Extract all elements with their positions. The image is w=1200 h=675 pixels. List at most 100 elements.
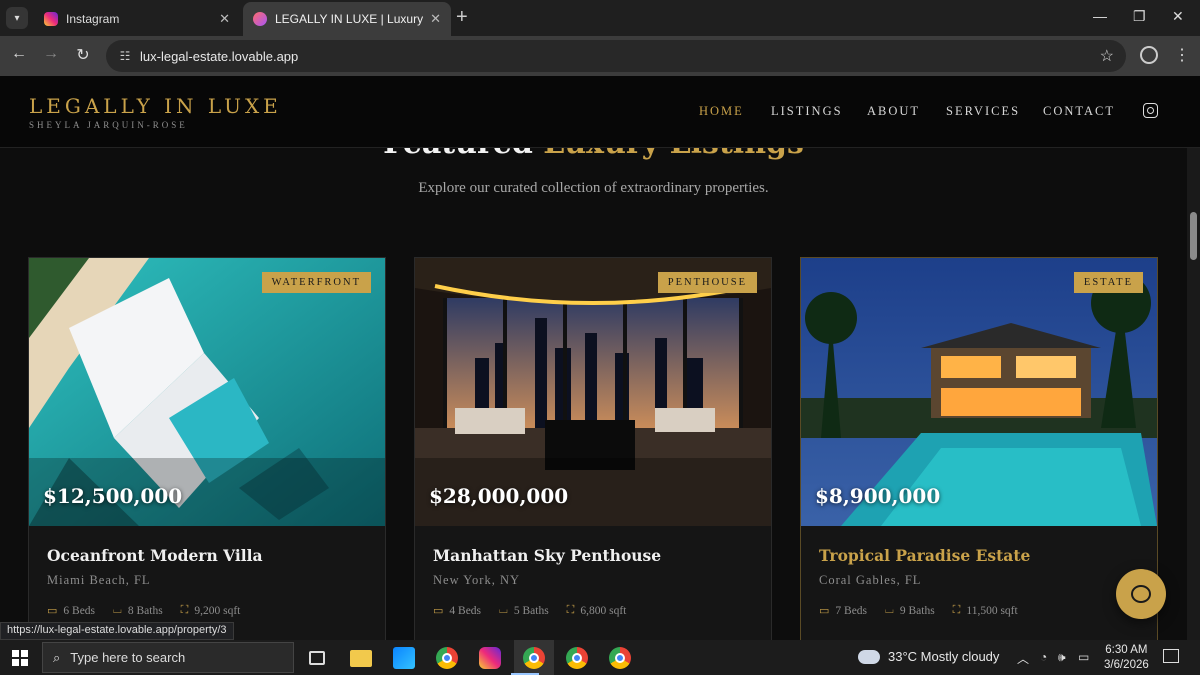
- baths-text: 8 Baths: [127, 604, 163, 617]
- browser-tab-strip: ▾ Instagram ✕ LEGALLY IN LUXE | Luxury R…: [0, 0, 1200, 36]
- baths-text: 5 Baths: [513, 604, 549, 617]
- network-icon[interactable]: ◔: [1040, 650, 1047, 664]
- listing-card[interactable]: WATERFRONT $12,500,000 Oceanfront Modern…: [28, 257, 386, 640]
- bed-icon: ▭: [819, 605, 830, 617]
- chrome-profile-icon[interactable]: [566, 647, 588, 669]
- listing-name[interactable]: Manhattan Sky Penthouse: [433, 546, 661, 565]
- status-bar-url: https://lux-legal-estate.lovable.app/pro…: [0, 622, 234, 640]
- baths-spec: ⌴ 8 Baths: [113, 604, 163, 617]
- profile-icon[interactable]: [1140, 46, 1158, 64]
- bookmark-star-icon[interactable]: ☆: [1100, 46, 1114, 66]
- listing-photo[interactable]: WATERFRONT $12,500,000: [29, 258, 385, 526]
- tab-search-button[interactable]: ▾: [6, 7, 28, 29]
- weather-text: 33°C Mostly cloudy: [888, 649, 1000, 664]
- chrome-icon[interactable]: [436, 647, 458, 669]
- instagram-icon[interactable]: [1143, 103, 1158, 118]
- search-icon: ⌕: [53, 649, 61, 665]
- weather-widget[interactable]: 33°C Mostly cloudy: [858, 649, 999, 664]
- nav-contact[interactable]: CONTACT: [1043, 104, 1115, 119]
- reload-icon[interactable]: ↻: [72, 45, 94, 65]
- site-info-icon[interactable]: ☷: [114, 49, 136, 63]
- file-explorer-icon[interactable]: [350, 650, 372, 667]
- system-clock[interactable]: 6:30 AM 3/6/2026: [1104, 643, 1149, 673]
- chat-button[interactable]: [1116, 569, 1166, 619]
- windows-taskbar: ⌕ Type here to search 33°C Mostly cloudy…: [0, 640, 1200, 675]
- chrome-profile-icon[interactable]: [523, 647, 545, 669]
- back-arrow-icon[interactable]: ←: [8, 45, 30, 63]
- bath-icon: ⌴: [499, 604, 508, 616]
- chat-bubble-icon: [1131, 585, 1151, 603]
- section-subtitle: Explore our curated collection of extrao…: [418, 180, 769, 196]
- listing-card[interactable]: ESTATE $8,900,000 Tropical Paradise Esta…: [800, 257, 1158, 640]
- tab-title: LEGALLY IN LUXE | Luxury Real I: [275, 12, 424, 26]
- area-icon: ⛶: [566, 604, 575, 616]
- beds-text: 7 Beds: [835, 604, 868, 617]
- tray-chevron-icon[interactable]: ︿: [1017, 650, 1029, 667]
- site-header: LEGALLY IN LUXE SHEYLA JARQUIN-ROSE HOME…: [0, 76, 1200, 148]
- listing-card[interactable]: PENTHOUSE $28,000,000 Manhattan Sky Pent…: [414, 257, 772, 640]
- clock-date: 3/6/2026: [1104, 659, 1149, 671]
- windows-start-icon[interactable]: [12, 650, 28, 666]
- close-tab-icon[interactable]: ✕: [430, 11, 441, 27]
- tab-legally-in-luxe[interactable]: LEGALLY IN LUXE | Luxury Real I ✕: [243, 2, 451, 36]
- sqft-spec: ⛶ 9,200 sqft: [181, 604, 241, 617]
- brand-logo[interactable]: LEGALLY IN LUXE SHEYLA JARQUIN-ROSE: [29, 94, 282, 130]
- bed-icon: ▭: [47, 605, 58, 617]
- close-window-icon[interactable]: ✕: [1172, 8, 1184, 25]
- nav-home[interactable]: HOME: [699, 104, 744, 119]
- taskbar-search[interactable]: ⌕ Type here to search: [42, 642, 294, 673]
- listing-location: Coral Gables, FL: [819, 573, 922, 587]
- taskbar-search-placeholder: Type here to search: [70, 650, 186, 665]
- minimize-icon[interactable]: —: [1093, 8, 1107, 24]
- sqft-text: 9,200 sqft: [194, 604, 241, 617]
- listing-location: Miami Beach, FL: [47, 573, 151, 587]
- beds-text: 4 Beds: [449, 604, 482, 617]
- listing-name[interactable]: Tropical Paradise Estate: [819, 546, 1030, 565]
- browser-menu-icon[interactable]: ⋮: [1174, 45, 1190, 65]
- bath-icon: ⌴: [113, 604, 122, 616]
- cloud-icon: [858, 649, 880, 664]
- listing-name[interactable]: Oceanfront Modern Villa: [47, 546, 263, 565]
- listing-specs: ▭ 6 Beds ⌴ 8 Baths ⛶ 9,200 sqft: [47, 604, 240, 617]
- tab-title: Instagram: [66, 12, 120, 26]
- restore-icon[interactable]: ❐: [1133, 8, 1146, 25]
- chrome-profile-icon[interactable]: [609, 647, 631, 669]
- section-title: Featured Luxury Listings: [0, 148, 1187, 161]
- beds-spec: ▭ 7 Beds: [819, 604, 868, 618]
- brand-title: LEGALLY IN LUXE: [29, 94, 282, 118]
- listing-badge: WATERFRONT: [261, 272, 371, 293]
- listing-photo[interactable]: PENTHOUSE $28,000,000: [415, 258, 771, 526]
- listing-photo[interactable]: ESTATE $8,900,000: [801, 258, 1157, 526]
- notification-icon[interactable]: [1163, 649, 1179, 663]
- close-tab-icon[interactable]: ✕: [219, 11, 230, 27]
- baths-spec: ⌴ 5 Baths: [499, 604, 549, 617]
- address-bar[interactable]: ☷ lux-legal-estate.lovable.app ☆: [106, 40, 1126, 72]
- microsoft-store-icon[interactable]: [393, 647, 415, 669]
- sqft-text: 11,500 sqft: [966, 604, 1018, 617]
- baths-spec: ⌴ 9 Baths: [885, 604, 935, 617]
- beds-spec: ▭ 4 Beds: [433, 604, 482, 618]
- clock-time: 6:30 AM: [1105, 644, 1148, 656]
- featured-listings-section: Featured Luxury Listings Explore our cur…: [0, 148, 1187, 640]
- nav-about[interactable]: ABOUT: [867, 104, 920, 119]
- tab-instagram[interactable]: Instagram ✕: [34, 2, 240, 36]
- browser-toolbar: ← → ↻ ☷ lux-legal-estate.lovable.app ☆: [0, 36, 1200, 76]
- listing-price: $12,500,000: [43, 484, 183, 508]
- url-text[interactable]: lux-legal-estate.lovable.app: [140, 49, 1100, 64]
- scrollbar-thumb[interactable]: [1190, 212, 1197, 260]
- instagram-app-icon[interactable]: [479, 647, 501, 669]
- forward-arrow-icon[interactable]: →: [40, 45, 62, 63]
- beds-text: 6 Beds: [63, 604, 96, 617]
- page-scrollbar[interactable]: [1187, 148, 1200, 640]
- beds-spec: ▭ 6 Beds: [47, 604, 96, 618]
- sqft-text: 6,800 sqft: [580, 604, 627, 617]
- volume-icon[interactable]: 🕪: [1058, 650, 1066, 665]
- task-view-icon[interactable]: [309, 651, 325, 665]
- nav-listings[interactable]: LISTINGS: [771, 104, 843, 119]
- bath-icon: ⌴: [885, 604, 894, 616]
- brand-subtitle: SHEYLA JARQUIN-ROSE: [29, 120, 188, 130]
- nav-services[interactable]: SERVICES: [946, 104, 1020, 119]
- lovable-favicon-icon: [253, 12, 267, 26]
- new-tab-button[interactable]: +: [456, 6, 468, 28]
- battery-icon[interactable]: ▭: [1078, 650, 1089, 664]
